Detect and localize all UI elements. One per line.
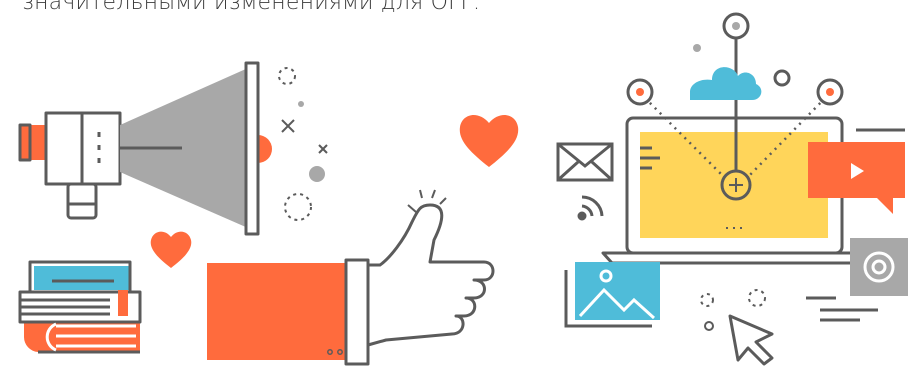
sparkle-decor [278,67,328,221]
at-sign-icon [850,238,908,296]
heart-icon [459,115,519,167]
books-icon [18,260,142,354]
rss-icon [577,195,604,221]
cloud-icon [690,67,762,100]
cursor-icon [728,314,774,366]
text-lines-decor [806,296,878,322]
image-icon [564,262,660,328]
megaphone-icon [18,61,272,236]
envelope-icon [556,142,614,182]
heart-small-icon [150,231,192,268]
illustration [18,12,908,366]
